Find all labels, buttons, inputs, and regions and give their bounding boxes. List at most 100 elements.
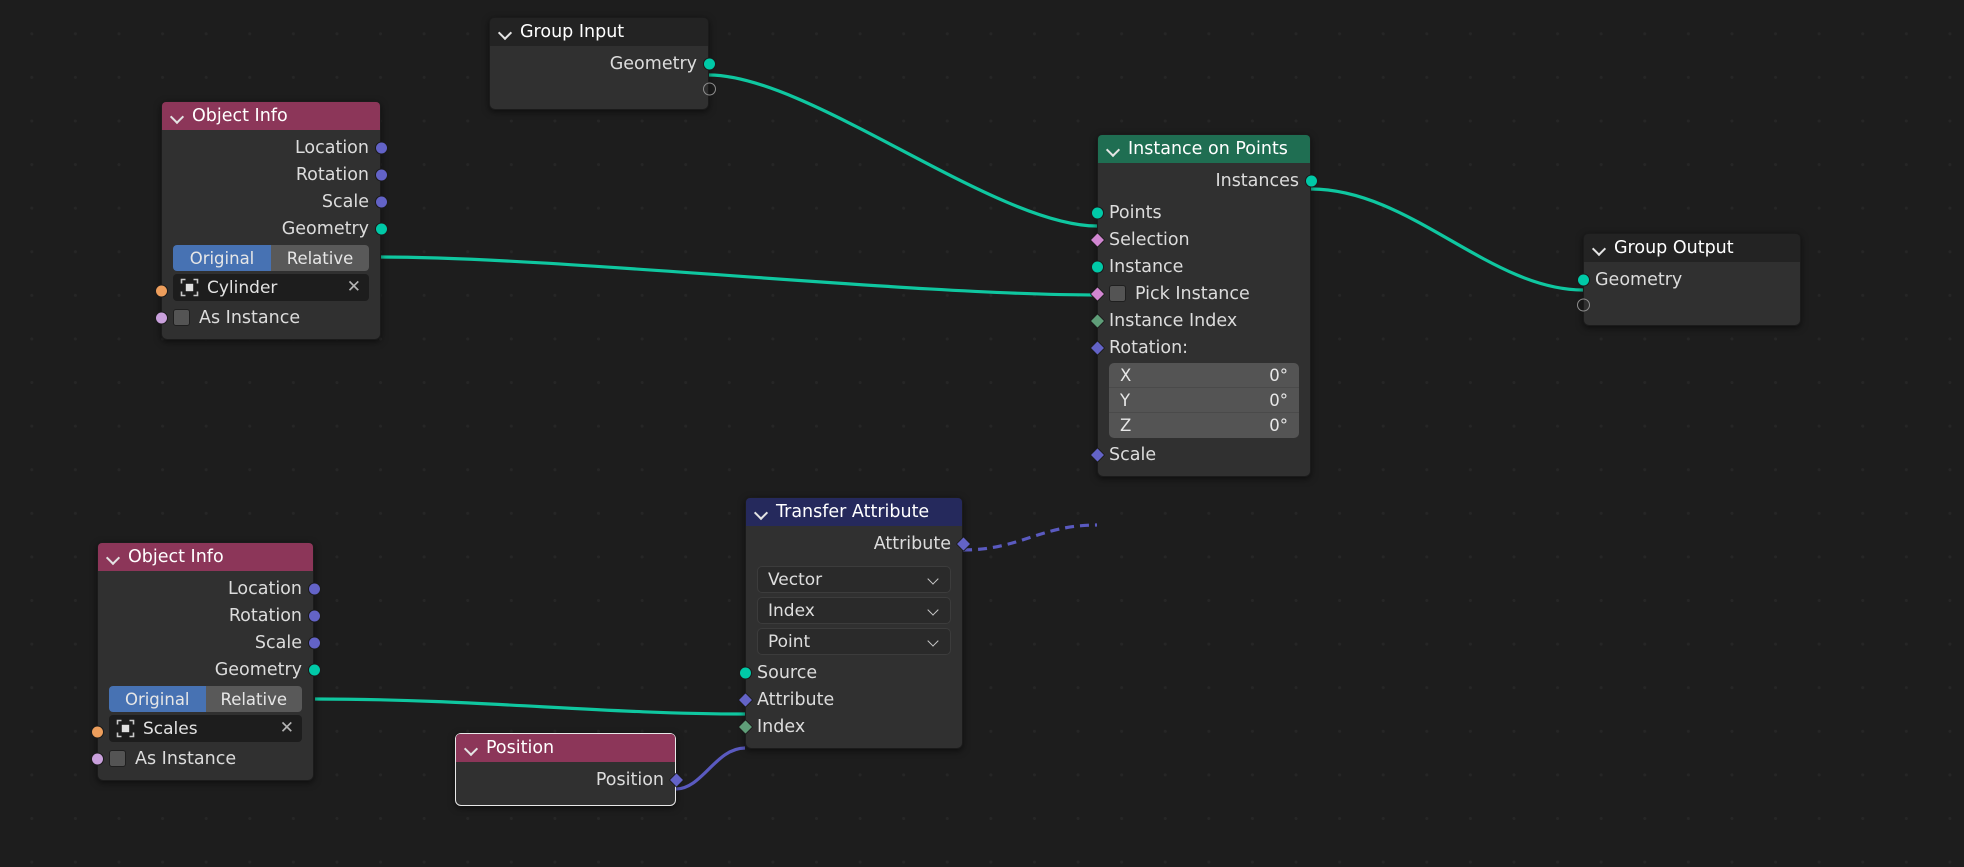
socket-row-points-in[interactable]: Points — [1090, 199, 1310, 226]
socket-index-in[interactable] — [737, 718, 753, 735]
socket-row-rotation-out[interactable]: Rotation — [162, 161, 388, 188]
socket-scale-out[interactable] — [307, 636, 321, 649]
socket-selection-in[interactable] — [1089, 231, 1105, 248]
socket-row-geometry-out[interactable]: Geometry — [490, 50, 716, 77]
socket-row-virtual-out[interactable] — [490, 77, 716, 101]
node-header-group-output[interactable]: Group Output — [1584, 234, 1800, 262]
socket-position-out[interactable] — [668, 771, 684, 788]
node-position[interactable]: Position Position — [455, 733, 684, 806]
as-instance-row[interactable]: As Instance — [154, 304, 380, 331]
toggle-original[interactable]: Original — [173, 245, 271, 271]
node-header-transfer-attribute[interactable]: Transfer Attribute — [746, 498, 962, 526]
socket-row-instance-index-in[interactable]: Instance Index — [1089, 307, 1310, 334]
socket-row-position-out[interactable]: Position — [456, 766, 684, 793]
socket-instance-index-in[interactable] — [1089, 312, 1105, 329]
socket-row-index-in[interactable]: Index — [737, 713, 962, 740]
pick-instance-checkbox[interactable] — [1109, 285, 1126, 302]
socket-row-attribute-in[interactable]: Attribute — [737, 686, 962, 713]
socket-rotation-out[interactable] — [374, 168, 388, 181]
socket-row-selection-in[interactable]: Selection — [1089, 226, 1310, 253]
socket-virtual-out[interactable] — [702, 82, 716, 96]
socket-geometry-in[interactable] — [1576, 273, 1590, 286]
node-header-group-input[interactable]: Group Input — [490, 18, 708, 46]
object-selector-field[interactable]: Scales ✕ — [109, 715, 302, 742]
socket-row-pick-instance-in[interactable]: Pick Instance — [1089, 280, 1310, 307]
socket-row-instance-in[interactable]: Instance — [1090, 253, 1310, 280]
socket-pick-instance-in[interactable] — [1089, 285, 1105, 302]
socket-points-in[interactable] — [1090, 206, 1104, 219]
toggle-relative[interactable]: Relative — [205, 686, 302, 712]
node-instance-on-points[interactable]: Instance on Points Instances Points Sele… — [1089, 134, 1318, 477]
clear-object-icon[interactable]: ✕ — [280, 720, 294, 737]
rotation-vector-field[interactable]: X 0° Y 0° Z 0° — [1109, 363, 1299, 438]
socket-row-scale-out[interactable]: Scale — [98, 629, 321, 656]
chevron-down-icon[interactable] — [500, 27, 511, 38]
dropdown-mapping[interactable]: Index — [757, 597, 951, 624]
node-object-info-top[interactable]: Object Info Location Rotation Scale Geom… — [154, 101, 388, 340]
toggle-original[interactable]: Original — [109, 686, 206, 712]
socket-rotation-in[interactable] — [1089, 339, 1105, 356]
socket-source-in[interactable] — [738, 666, 752, 679]
socket-row-location-out[interactable]: Location — [162, 134, 388, 161]
socket-location-out[interactable] — [374, 141, 388, 154]
socket-row-rotation-out[interactable]: Rotation — [98, 602, 321, 629]
socket-attribute-in[interactable] — [737, 691, 753, 708]
socket-attribute-out[interactable] — [955, 535, 971, 552]
node-header-object-info-top[interactable]: Object Info — [162, 102, 380, 130]
toggle-relative[interactable]: Relative — [271, 245, 369, 271]
socket-row-scale-in[interactable]: Scale — [1089, 441, 1310, 468]
as-instance-row[interactable]: As Instance — [90, 745, 313, 772]
node-group-input[interactable]: Group Input Geometry — [489, 17, 716, 110]
transform-space-toggle[interactable]: Original Relative — [109, 686, 302, 712]
socket-row-geometry-out[interactable]: Geometry — [98, 656, 321, 683]
socket-scale-out[interactable] — [374, 195, 388, 208]
node-header-position[interactable]: Position — [456, 734, 675, 762]
node-object-info-bottom[interactable]: Object Info Location Rotation Scale Geom… — [90, 542, 321, 781]
socket-row-instances-out[interactable]: Instances — [1098, 167, 1318, 194]
rotation-x-row[interactable]: X 0° — [1109, 363, 1299, 388]
socket-virtual-in[interactable] — [1576, 298, 1590, 312]
node-editor-canvas[interactable]: Group Input Geometry Object Info Locatio… — [0, 0, 1964, 867]
rotation-z-row[interactable]: Z 0° — [1109, 413, 1299, 438]
as-instance-checkbox[interactable] — [109, 750, 126, 767]
node-header-instance-on-points[interactable]: Instance on Points — [1098, 135, 1310, 163]
socket-row-location-out[interactable]: Location — [98, 575, 321, 602]
socket-row-scale-out[interactable]: Scale — [162, 188, 388, 215]
socket-as-instance-in[interactable] — [154, 311, 168, 324]
chevron-down-icon[interactable] — [756, 507, 767, 518]
object-selector-field[interactable]: Cylinder ✕ — [173, 274, 369, 301]
dropdown-data-type[interactable]: Vector — [757, 566, 951, 593]
rotation-y-row[interactable]: Y 0° — [1109, 388, 1299, 413]
socket-rotation-out[interactable] — [307, 609, 321, 622]
chevron-down-icon[interactable] — [466, 743, 477, 754]
socket-location-out[interactable] — [307, 582, 321, 595]
socket-as-instance-in[interactable] — [90, 752, 104, 765]
clear-object-icon[interactable]: ✕ — [347, 279, 361, 296]
object-name: Scales — [143, 718, 198, 739]
socket-scale-in[interactable] — [1089, 446, 1105, 463]
dropdown-domain[interactable]: Point — [757, 628, 951, 655]
node-header-object-info-bottom[interactable]: Object Info — [98, 543, 313, 571]
socket-row-geometry-out[interactable]: Geometry — [162, 215, 388, 242]
socket-row-attribute-out[interactable]: Attribute — [746, 530, 971, 557]
socket-object-in[interactable] — [90, 725, 104, 739]
chevron-down-icon[interactable] — [1108, 144, 1119, 155]
socket-instances-out[interactable] — [1304, 174, 1318, 187]
socket-geometry-out[interactable] — [702, 57, 716, 70]
socket-row-virtual-in[interactable] — [1576, 293, 1800, 317]
node-group-output[interactable]: Group Output Geometry — [1576, 233, 1801, 326]
chevron-down-icon[interactable] — [172, 111, 183, 122]
socket-instance-in[interactable] — [1090, 260, 1104, 273]
transform-space-toggle[interactable]: Original Relative — [173, 245, 369, 271]
as-instance-checkbox[interactable] — [173, 309, 190, 326]
socket-geometry-out[interactable] — [374, 222, 388, 235]
socket-row-rotation-in[interactable]: Rotation: — [1089, 334, 1310, 361]
socket-object-in[interactable] — [154, 284, 168, 298]
node-transfer-attribute[interactable]: Transfer Attribute Attribute Vector Inde… — [737, 497, 971, 749]
node-body-group-output: Geometry — [1576, 262, 1800, 325]
chevron-down-icon[interactable] — [1594, 243, 1605, 254]
socket-geometry-out[interactable] — [307, 663, 321, 676]
socket-row-source-in[interactable]: Source — [738, 659, 962, 686]
socket-row-geometry-in[interactable]: Geometry — [1576, 266, 1800, 293]
chevron-down-icon[interactable] — [108, 552, 119, 563]
